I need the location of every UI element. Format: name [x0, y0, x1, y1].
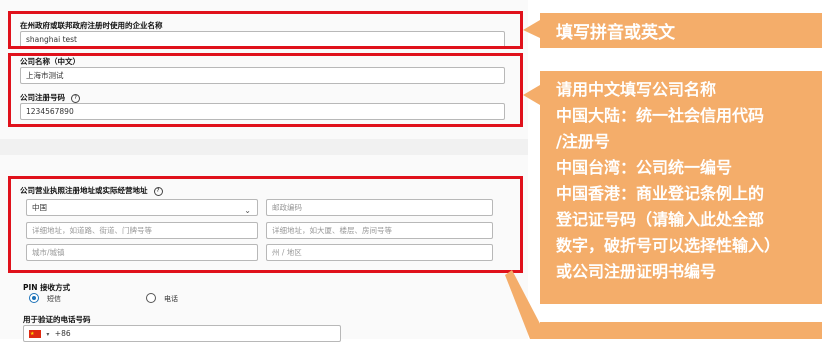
callout-pointer-middle [523, 85, 540, 105]
callout-top-text: 填写拼音或英文 [556, 23, 675, 43]
callout-line-7: 数字，破折号可以选择性输入） [556, 236, 781, 255]
callout-line-8: 或公司注册证明书编号 [556, 262, 717, 281]
callout-bottom [540, 322, 822, 339]
callout-line-2: 中国大陆：统一社会信用代码 [556, 106, 765, 125]
callout-pointer-top [523, 20, 540, 38]
callout-line-6: 登记证号码（请输入此处全部 [556, 210, 765, 229]
callout-line-3: /注册号 [556, 132, 610, 151]
callout-line-1: 请用中文填写公司名称 [556, 80, 717, 99]
callout-line-4: 中国台湾：公司统一编号 [556, 158, 733, 177]
callout-top: 填写拼音或英文 [540, 13, 822, 48]
callout-middle: 请用中文填写公司名称 中国大陆：统一社会信用代码 /注册号 中国台湾：公司统一编… [540, 71, 822, 304]
callout-line-5: 中国香港：商业登记条例上的 [556, 184, 765, 203]
